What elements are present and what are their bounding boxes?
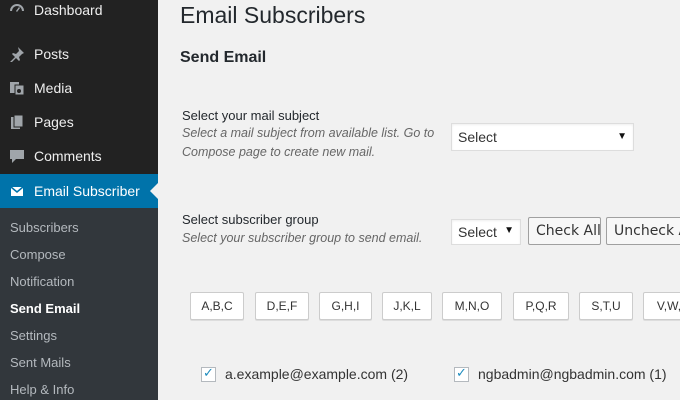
email-subscriber-submenu: Subscribers Compose Notification Send Em… (0, 208, 158, 400)
menu-item-label: Posts (34, 46, 70, 62)
menu-item-label: Comments (34, 148, 102, 164)
subscriber-checkbox[interactable]: ✓ (454, 364, 469, 382)
submenu-item-notification[interactable]: Notification (10, 274, 74, 289)
mail-subject-select-value: Select (458, 129, 497, 145)
submenu-item-sent-mails[interactable]: Sent Mails (10, 355, 71, 370)
filter-button-pqr[interactable]: P,Q,R (513, 292, 569, 320)
pages-icon (8, 113, 26, 131)
menu-item-label: Email Subscriber (34, 183, 140, 199)
submenu-item-settings[interactable]: Settings (10, 328, 57, 343)
section-title: Send Email (180, 49, 267, 66)
comment-icon (8, 147, 26, 165)
admin-sidebar: Dashboard Posts Media Pages Comments Ema… (0, 0, 158, 400)
page-title: Email Subscribers (180, 2, 366, 28)
subscriber-group-description: Select your subscriber group to send ema… (182, 231, 423, 245)
mail-subject-label: Select your mail subject (182, 108, 320, 123)
subscriber-item[interactable]: ✓ a.example@example.com (2) (201, 364, 409, 382)
check-all-button[interactable]: Check All (528, 217, 601, 245)
menu-item-comments[interactable]: Comments (0, 139, 158, 173)
subscriber-email: a.example@example.com (2) (225, 366, 409, 382)
filter-button-vwx[interactable]: V,W,X (643, 292, 680, 320)
menu-item-dashboard[interactable]: Dashboard (0, 0, 158, 27)
filter-button-stu[interactable]: S,T,U (579, 292, 633, 320)
mail-subject-select[interactable]: Select ▼ (451, 123, 634, 151)
dropdown-arrow-icon: ▼ (617, 131, 627, 142)
subscriber-group-label: Select subscriber group (182, 212, 319, 227)
filter-button-ghi[interactable]: G,H,I (319, 292, 372, 320)
filter-button-jkl[interactable]: J,K,L (382, 292, 432, 320)
checkmark-icon: ✓ (203, 364, 214, 380)
menu-item-label: Pages (34, 114, 74, 130)
menu-item-email-subscriber[interactable]: Email Subscriber (0, 174, 158, 208)
filter-button-abc[interactable]: A,B,C (190, 292, 244, 320)
subscriber-checkbox[interactable]: ✓ (201, 364, 216, 382)
submenu-item-send-email[interactable]: Send Email (10, 301, 80, 316)
subscriber-group-select-value: Select (458, 224, 497, 240)
checkmark-icon: ✓ (456, 364, 467, 380)
uncheck-all-button[interactable]: Uncheck All (606, 217, 680, 245)
envelope-icon (8, 182, 26, 200)
subscriber-email: ngbadmin@ngbadmin.com (1) (478, 366, 667, 382)
submenu-item-help-info[interactable]: Help & Info (10, 382, 74, 397)
dropdown-arrow-icon: ▼ (504, 225, 514, 236)
dashboard-icon (8, 1, 26, 19)
submenu-item-subscribers[interactable]: Subscribers (10, 220, 79, 235)
pin-icon (8, 45, 26, 63)
menu-item-posts[interactable]: Posts (0, 37, 158, 71)
menu-item-media[interactable]: Media (0, 71, 158, 105)
subscriber-group-select[interactable]: Select ▼ (451, 219, 521, 245)
mail-subject-description: Select a mail subject from available lis… (182, 126, 435, 159)
media-icon (8, 79, 26, 97)
submenu-item-compose[interactable]: Compose (10, 247, 66, 262)
menu-item-pages[interactable]: Pages (0, 105, 158, 139)
menu-item-label: Media (34, 80, 73, 96)
filter-button-def[interactable]: D,E,F (255, 292, 309, 320)
menu-item-label: Dashboard (34, 2, 103, 18)
subscriber-item[interactable]: ✓ ngbadmin@ngbadmin.com (1) (454, 364, 667, 382)
filter-button-mno[interactable]: M,N,O (442, 292, 502, 320)
